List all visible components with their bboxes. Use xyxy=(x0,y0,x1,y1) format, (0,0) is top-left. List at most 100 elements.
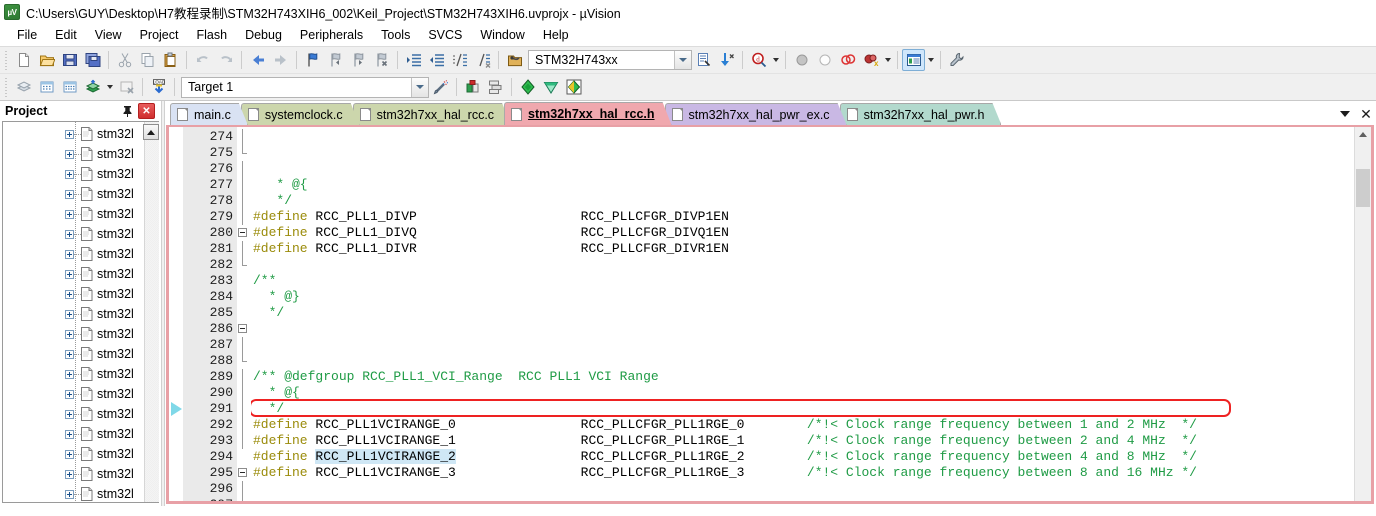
scrollbar-thumb[interactable] xyxy=(1356,169,1370,207)
expand-icon[interactable] xyxy=(65,329,74,339)
insert-icon[interactable] xyxy=(715,49,738,71)
tree-item[interactable]: stm32l xyxy=(3,302,144,326)
rebuild-icon[interactable] xyxy=(58,76,81,98)
project-tree-scrollbar[interactable] xyxy=(144,122,159,502)
code-view[interactable]: 274 275 276 277 278 279 280 281 282 283 284 285 286 2… xyxy=(169,127,1354,501)
breakpoint-disable-icon[interactable] xyxy=(813,49,836,71)
configuration-wizard-icon[interactable] xyxy=(945,49,968,71)
project-tree[interactable]: stm32l stm32l stm32l stm32l stm32l stm32l stm3… xyxy=(3,122,144,502)
navigate-back-icon[interactable] xyxy=(246,49,269,71)
expand-icon[interactable] xyxy=(65,489,74,499)
editor-tab-systemclock-c[interactable]: systemclock.c xyxy=(241,103,360,125)
expand-icon[interactable] xyxy=(65,209,74,219)
manage-windows-icon[interactable] xyxy=(902,49,925,71)
software-packs-icon[interactable] xyxy=(562,76,585,98)
cut-icon[interactable] xyxy=(113,49,136,71)
comment-icon[interactable] xyxy=(448,49,471,71)
find-in-files-icon[interactable]: d xyxy=(747,49,770,71)
tree-item[interactable]: stm32l xyxy=(3,202,144,226)
bookmark-column[interactable] xyxy=(169,127,183,501)
menu-item-edit[interactable]: Edit xyxy=(46,26,86,44)
target-options-wizard-icon[interactable] xyxy=(429,76,452,98)
menu-item-tools[interactable]: Tools xyxy=(372,26,419,44)
tree-item[interactable]: stm32l xyxy=(3,162,144,186)
batch-build-dropdown-arrow-icon[interactable] xyxy=(104,76,115,98)
expand-icon[interactable] xyxy=(65,369,74,379)
pin-icon[interactable] xyxy=(119,103,136,119)
chevron-down-icon[interactable] xyxy=(1334,103,1356,125)
fold-marker[interactable] xyxy=(237,465,251,481)
expand-icon[interactable] xyxy=(65,289,74,299)
editor-tab-stm32h7xx-hal-pwr-h[interactable]: stm32h7xx_hal_pwr.h xyxy=(840,103,1002,125)
target-combo[interactable]: Target 1 xyxy=(181,76,429,98)
bookmark-prev-icon[interactable] xyxy=(324,49,347,71)
redo-icon[interactable] xyxy=(214,49,237,71)
chevron-down-icon[interactable] xyxy=(674,51,691,69)
tree-item[interactable]: stm32l xyxy=(3,142,144,166)
expand-icon[interactable] xyxy=(65,469,74,479)
navigate-forward-icon[interactable] xyxy=(269,49,292,71)
save-all-icon[interactable] xyxy=(81,49,104,71)
tree-item[interactable]: stm32l xyxy=(3,442,144,466)
download-icon[interactable]: LOAD xyxy=(147,76,170,98)
fold-marker[interactable] xyxy=(237,321,251,337)
breakpoint-disable-all-icon[interactable]: x xyxy=(859,49,882,71)
indent-left-icon[interactable] xyxy=(425,49,448,71)
scroll-up-icon[interactable] xyxy=(143,124,159,140)
tree-item[interactable]: stm32l xyxy=(3,482,144,502)
tree-item[interactable]: stm32l xyxy=(3,382,144,406)
copy-icon[interactable] xyxy=(136,49,159,71)
build-icon[interactable] xyxy=(35,76,58,98)
expand-icon[interactable] xyxy=(65,349,74,359)
scroll-up-icon[interactable] xyxy=(1355,127,1371,142)
bookmark-clear-icon[interactable] xyxy=(370,49,393,71)
manage-runtime-env-icon[interactable] xyxy=(539,76,562,98)
tree-item[interactable]: stm32l xyxy=(3,122,144,146)
bookmark-next-icon[interactable] xyxy=(347,49,370,71)
tree-item[interactable]: stm32l xyxy=(3,242,144,266)
menu-item-svcs[interactable]: SVCS xyxy=(419,26,471,44)
tree-item[interactable]: stm32l xyxy=(3,282,144,306)
find-dropdown-arrow-icon[interactable] xyxy=(770,49,781,71)
menu-item-flash[interactable]: Flash xyxy=(187,26,236,44)
editor-tab-main-c[interactable]: main.c xyxy=(170,103,248,125)
close-icon[interactable]: ✕ xyxy=(1356,103,1376,125)
chevron-down-icon[interactable] xyxy=(411,77,428,97)
expand-icon[interactable] xyxy=(65,429,74,439)
uncomment-icon[interactable] xyxy=(471,49,494,71)
manage-windows-dropdown-arrow-icon[interactable] xyxy=(925,49,936,71)
stop-build-icon[interactable] xyxy=(115,76,138,98)
expand-icon[interactable] xyxy=(65,229,74,239)
menu-item-debug[interactable]: Debug xyxy=(236,26,291,44)
tree-item[interactable]: stm32l xyxy=(3,182,144,206)
translate-icon[interactable] xyxy=(12,76,35,98)
expand-icon[interactable] xyxy=(65,189,74,199)
code-fold-column[interactable] xyxy=(237,127,251,501)
toolbar-grip[interactable] xyxy=(3,50,9,70)
target-options-icon[interactable] xyxy=(503,49,526,71)
tree-item[interactable]: stm32l xyxy=(3,402,144,426)
undo-icon[interactable] xyxy=(191,49,214,71)
close-icon[interactable]: ✕ xyxy=(138,103,155,119)
tree-item[interactable]: stm32l xyxy=(3,342,144,366)
expand-icon[interactable] xyxy=(65,129,74,139)
fold-marker[interactable] xyxy=(237,225,251,241)
toolbar-grip[interactable] xyxy=(3,77,9,97)
tree-item[interactable]: stm32l xyxy=(3,422,144,446)
menu-item-window[interactable]: Window xyxy=(471,26,533,44)
file-info-icon[interactable] xyxy=(692,49,715,71)
batch-build-icon[interactable] xyxy=(81,76,104,98)
menu-item-project[interactable]: Project xyxy=(131,26,188,44)
code-text[interactable]: * @{ */#define RCC_PLL1_DIVP RCC_PLLCFGR… xyxy=(251,127,1354,501)
expand-icon[interactable] xyxy=(65,449,74,459)
bookmark-toggle-icon[interactable] xyxy=(301,49,324,71)
menu-item-help[interactable]: Help xyxy=(534,26,578,44)
new-file-icon[interactable] xyxy=(12,49,35,71)
paste-icon[interactable] xyxy=(159,49,182,71)
tree-item[interactable]: stm32l xyxy=(3,222,144,246)
pack-installer-icon[interactable] xyxy=(516,76,539,98)
expand-icon[interactable] xyxy=(65,389,74,399)
expand-icon[interactable] xyxy=(65,249,74,259)
tree-item[interactable]: stm32l xyxy=(3,462,144,486)
tree-item[interactable]: stm32l xyxy=(3,262,144,286)
